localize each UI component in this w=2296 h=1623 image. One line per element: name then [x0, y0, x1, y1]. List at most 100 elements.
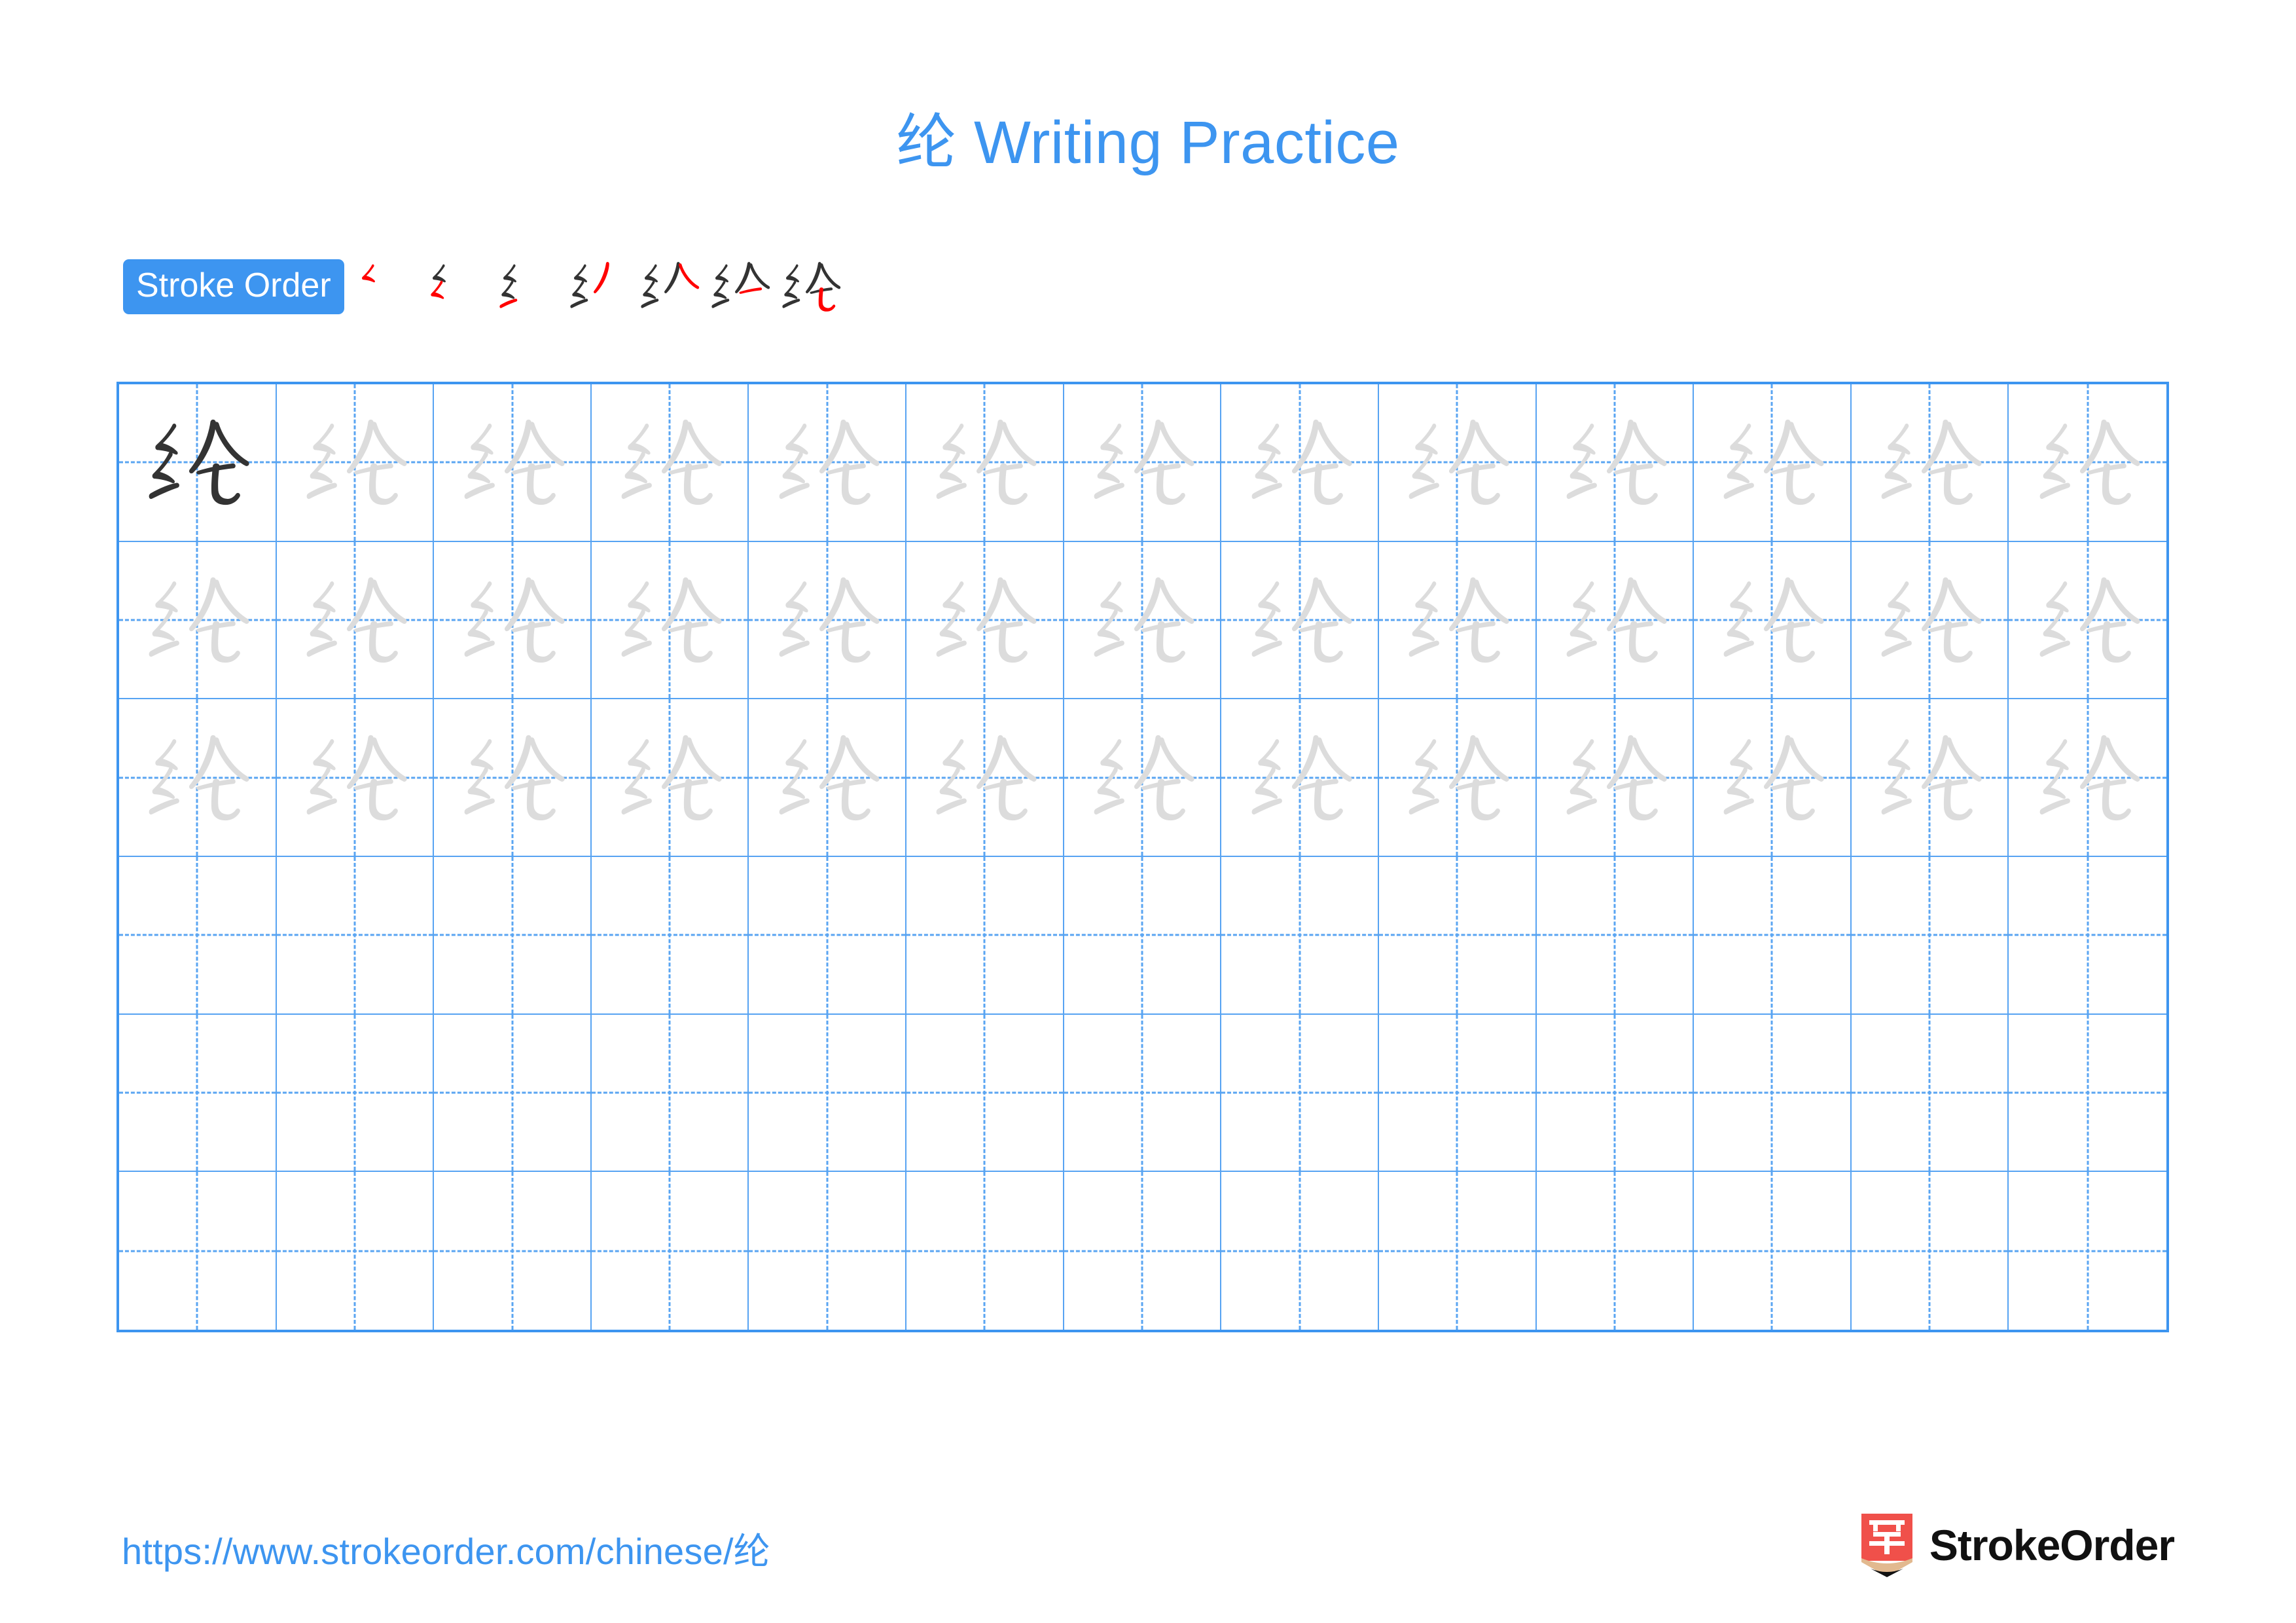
practice-cell-r2-c11[interactable] [1694, 541, 1852, 700]
practice-cell-r5-c13[interactable] [2009, 1014, 2166, 1173]
practice-cell-r5-c4[interactable] [591, 1014, 749, 1173]
practice-cell-r3-c9[interactable] [1378, 699, 1537, 857]
practice-cell-r6-c3[interactable] [434, 1172, 592, 1330]
cell-horizontal-guide [1064, 1250, 1221, 1252]
practice-cell-r2-c2[interactable] [276, 541, 435, 700]
practice-cell-r1-c10[interactable] [1536, 384, 1695, 542]
practice-cell-r2-c6[interactable] [906, 541, 1064, 700]
practice-cell-r5-c6[interactable] [906, 1014, 1064, 1173]
practice-cell-r4-c9[interactable] [1378, 857, 1537, 1015]
cell-horizontal-guide [1378, 1250, 1535, 1252]
practice-cell-r1-c3[interactable] [434, 384, 592, 542]
practice-cell-r1-c7[interactable] [1064, 384, 1222, 542]
practice-cell-r5-c10[interactable] [1536, 1014, 1695, 1173]
practice-cell-r6-c12[interactable] [1851, 1172, 2009, 1330]
practice-cell-r5-c3[interactable] [434, 1014, 592, 1173]
practice-cell-r2-c12[interactable] [1851, 541, 2009, 700]
cell-horizontal-guide [434, 934, 590, 936]
practice-cell-r2-c3[interactable] [434, 541, 592, 700]
practice-cell-r1-c8[interactable] [1221, 384, 1379, 542]
cell-horizontal-guide [1221, 1091, 1378, 1094]
practice-cell-r6-c2[interactable] [276, 1172, 435, 1330]
practice-cell-r5-c1[interactable] [119, 1014, 277, 1173]
practice-cell-r1-c13[interactable] [2009, 384, 2166, 542]
cell-horizontal-guide [906, 1091, 1063, 1094]
practice-cell-r3-c8[interactable] [1221, 699, 1379, 857]
traced-character [434, 542, 590, 699]
practice-cell-r2-c7[interactable] [1064, 541, 1222, 700]
practice-cell-r1-c9[interactable] [1378, 384, 1537, 542]
practice-cell-r4-c8[interactable] [1221, 857, 1379, 1015]
practice-cell-r4-c11[interactable] [1694, 857, 1852, 1015]
practice-cell-r5-c2[interactable] [276, 1014, 435, 1173]
practice-cell-r6-c8[interactable] [1221, 1172, 1379, 1330]
practice-cell-r2-c13[interactable] [2009, 541, 2166, 700]
practice-cell-r4-c1[interactable] [119, 857, 277, 1015]
practice-cell-r3-c2[interactable] [276, 699, 435, 857]
practice-cell-r4-c12[interactable] [1851, 857, 2009, 1015]
practice-cell-r4-c5[interactable] [749, 857, 907, 1015]
traced-character [906, 384, 1063, 541]
practice-cell-r1-c1[interactable] [119, 384, 277, 542]
practice-cell-r2-c4[interactable] [591, 541, 749, 700]
practice-cell-r6-c1[interactable] [119, 1172, 277, 1330]
cell-horizontal-guide [1694, 1250, 1850, 1252]
practice-cell-r3-c4[interactable] [591, 699, 749, 857]
traced-character [1064, 542, 1221, 699]
practice-cell-r2-c5[interactable] [749, 541, 907, 700]
traced-character [1694, 384, 1850, 541]
traced-character [906, 699, 1063, 856]
practice-cell-r4-c2[interactable] [276, 857, 435, 1015]
practice-cell-r5-c11[interactable] [1694, 1014, 1852, 1173]
cell-horizontal-guide [591, 1250, 748, 1252]
practice-cell-r4-c3[interactable] [434, 857, 592, 1015]
traced-character [119, 699, 276, 856]
practice-cell-r4-c4[interactable] [591, 857, 749, 1015]
practice-cell-r6-c9[interactable] [1378, 1172, 1537, 1330]
practice-cell-r6-c7[interactable] [1064, 1172, 1222, 1330]
practice-cell-r6-c11[interactable] [1694, 1172, 1852, 1330]
practice-cell-r5-c12[interactable] [1851, 1014, 2009, 1173]
traced-character [749, 384, 905, 541]
practice-cell-r3-c6[interactable] [906, 699, 1064, 857]
practice-cell-r1-c5[interactable] [749, 384, 907, 542]
practice-cell-r3-c7[interactable] [1064, 699, 1222, 857]
brand-name: StrokeOrder [1929, 1521, 2175, 1569]
practice-cell-r1-c4[interactable] [591, 384, 749, 542]
traced-character [906, 542, 1063, 699]
page-title: 纶 Writing Practice [0, 105, 2296, 181]
practice-cell-r1-c2[interactable] [276, 384, 435, 542]
practice-cell-r3-c12[interactable] [1851, 699, 2009, 857]
practice-cell-r4-c10[interactable] [1536, 857, 1695, 1015]
practice-cell-r3-c1[interactable] [119, 699, 277, 857]
practice-cell-r6-c13[interactable] [2009, 1172, 2166, 1330]
practice-cell-r6-c4[interactable] [591, 1172, 749, 1330]
cell-horizontal-guide [1064, 934, 1221, 936]
practice-cell-r4-c7[interactable] [1064, 857, 1222, 1015]
practice-cell-r3-c13[interactable] [2009, 699, 2166, 857]
cell-horizontal-guide [276, 1091, 433, 1094]
practice-cell-r5-c8[interactable] [1221, 1014, 1379, 1173]
practice-cell-r5-c7[interactable] [1064, 1014, 1222, 1173]
practice-cell-r3-c10[interactable] [1536, 699, 1695, 857]
practice-cell-r6-c5[interactable] [749, 1172, 907, 1330]
practice-cell-r1-c11[interactable] [1694, 384, 1852, 542]
practice-cell-r6-c10[interactable] [1536, 1172, 1695, 1330]
practice-cell-r2-c9[interactable] [1378, 541, 1537, 700]
practice-cell-r1-c12[interactable] [1851, 384, 2009, 542]
practice-cell-r2-c8[interactable] [1221, 541, 1379, 700]
practice-cell-r3-c3[interactable] [434, 699, 592, 857]
practice-cell-r2-c1[interactable] [119, 541, 277, 700]
footer-url-link[interactable]: https://www.strokeorder.com/chinese/纶 [122, 1522, 770, 1575]
practice-cell-r4-c6[interactable] [906, 857, 1064, 1015]
practice-cell-r4-c13[interactable] [2009, 857, 2166, 1015]
practice-cell-r5-c5[interactable] [749, 1014, 907, 1173]
stroke-order-step-3 [492, 251, 563, 322]
practice-cell-r6-c6[interactable] [906, 1172, 1064, 1330]
practice-cell-r2-c10[interactable] [1536, 541, 1695, 700]
traced-character [2009, 384, 2166, 541]
practice-cell-r3-c5[interactable] [749, 699, 907, 857]
practice-cell-r1-c6[interactable] [906, 384, 1064, 542]
practice-cell-r5-c9[interactable] [1378, 1014, 1537, 1173]
practice-cell-r3-c11[interactable] [1694, 699, 1852, 857]
